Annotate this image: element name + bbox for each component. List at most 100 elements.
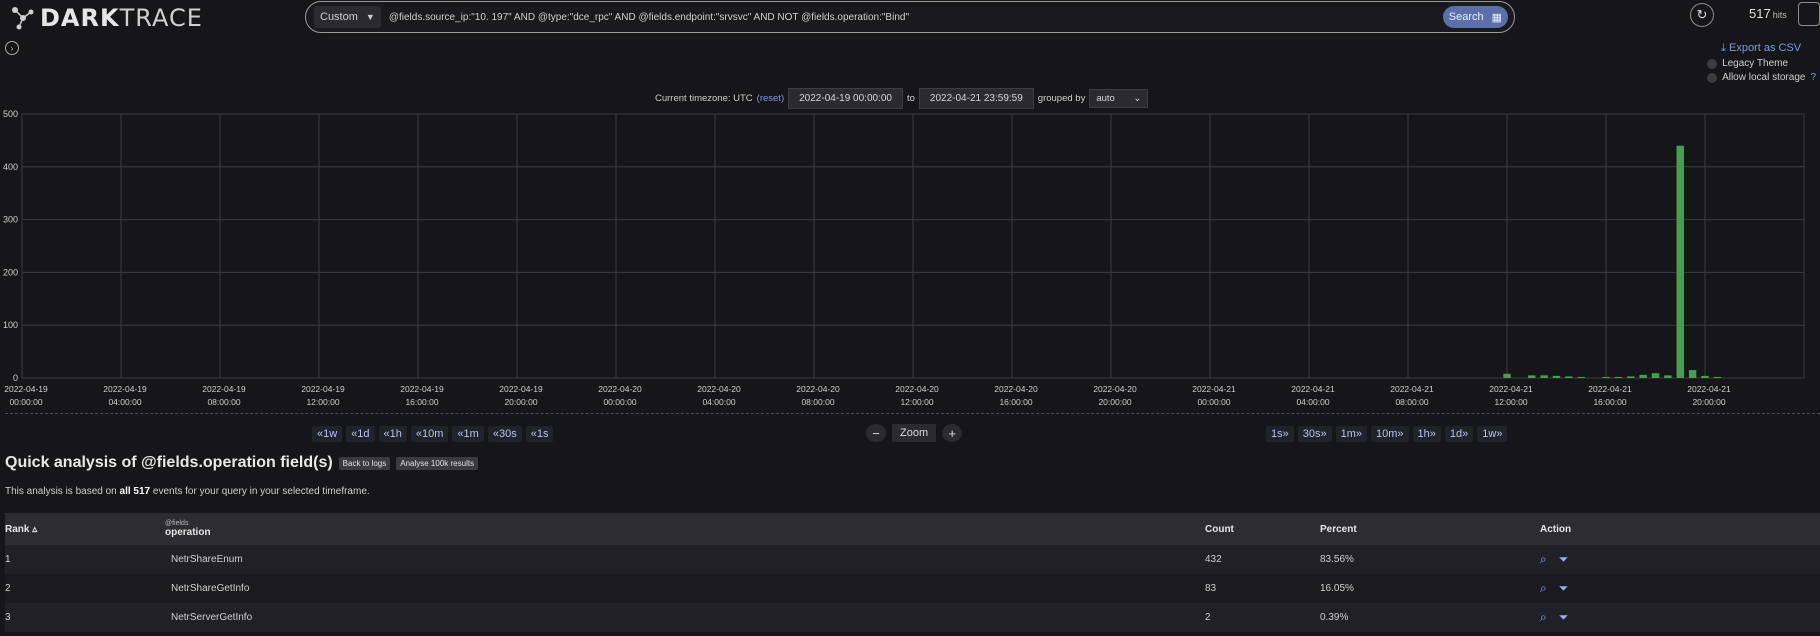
filter-icon[interactable]: ⏷ — [1559, 552, 1569, 567]
zoom-forward-button[interactable]: 1h» — [1412, 426, 1441, 442]
x-tick-time: 12:00:00 — [1494, 397, 1527, 407]
x-tick-time: 12:00:00 — [306, 397, 339, 407]
table-row: 2 NetrShareGetInfo 83 16.05% ⌕ ⏷ — [5, 574, 1820, 603]
filter-icon[interactable]: ⏷ — [1559, 581, 1569, 596]
back-to-logs-button[interactable]: Back to logs — [338, 456, 391, 470]
chart-bar[interactable] — [1614, 376, 1623, 378]
x-tick-time: 16:00:00 — [1593, 397, 1626, 407]
help-icon[interactable]: ? — [1810, 72, 1816, 83]
x-tick-time: 12:00:00 — [900, 397, 933, 407]
zoom-back-button[interactable]: «10m — [410, 426, 449, 442]
legacy-theme-radio[interactable] — [1707, 58, 1718, 69]
search-button[interactable]: Search ▦ — [1442, 6, 1508, 28]
percent-column-header[interactable]: Percent — [1320, 513, 1540, 545]
chart-bar[interactable] — [1565, 376, 1573, 378]
y-tick-label: 300 — [3, 215, 18, 225]
search-icon[interactable]: ⌕ — [1540, 552, 1547, 567]
search-icon[interactable]: ⌕ — [1540, 581, 1547, 596]
chart-bar[interactable] — [1701, 375, 1709, 378]
x-tick-date: 2022-04-20 — [598, 384, 642, 394]
chart-bar[interactable] — [1602, 376, 1610, 378]
refresh-icon: ↻ — [1696, 7, 1708, 22]
chart-bar[interactable] — [1528, 375, 1536, 378]
x-axis: 2022-04-19 00:00:00 2022-04-19 04:00:00 2022… — [4, 384, 1731, 407]
action-cell: ⌕ ⏷ — [1540, 603, 1820, 632]
zoom-in-button[interactable]: + — [942, 424, 963, 442]
rank-header-label: Rank — [5, 523, 30, 535]
y-tick-label: 200 — [3, 267, 18, 277]
zoom-back-button[interactable]: «1d — [346, 426, 375, 442]
chart-bar[interactable] — [1552, 375, 1561, 378]
chart-bar[interactable] — [1540, 375, 1548, 378]
x-tick-time: 00:00:00 — [9, 397, 42, 407]
export-csv-link[interactable]: ⤓ Export as CSV — [1721, 42, 1816, 55]
chart-bar[interactable] — [1676, 145, 1684, 378]
monitor-icon[interactable] — [1798, 2, 1820, 26]
operation-cell: NetrShareGetInfo — [171, 583, 250, 594]
x-tick-date: 2022-04-21 — [1390, 384, 1434, 394]
zoom-back-button[interactable]: «1h — [378, 426, 407, 442]
search-icon[interactable]: ⌕ — [1540, 610, 1547, 625]
zoom-forward-button[interactable]: 1s» — [1266, 426, 1294, 442]
darktrace-logo[interactable]: DARKTRACE — [10, 4, 203, 32]
zoom-back-button[interactable]: «1s — [525, 426, 554, 442]
zoom-forward-button[interactable]: 1m» — [1335, 426, 1368, 442]
histogram-chart[interactable]: 0100200300400500 2022-04-1900:00:002022-… — [0, 100, 1820, 412]
analysis-note: This analysis is based on all 517 events… — [5, 486, 370, 497]
action-buttons: ⌕ ⏷ — [1540, 581, 1820, 596]
legacy-theme-toggle[interactable]: Legacy Theme — [1707, 58, 1816, 69]
x-tick-time: 20:00:00 — [504, 397, 537, 407]
rank-column-header[interactable]: Rank ▵ — [5, 513, 165, 545]
zoom-forward-button[interactable]: 10m» — [1371, 426, 1409, 442]
search-mode-select[interactable]: Custom ▼ — [314, 6, 381, 28]
local-storage-toggle[interactable]: Allow local storage? — [1707, 72, 1816, 83]
chart-bar[interactable] — [1651, 373, 1660, 378]
zoom-forward-button[interactable]: 1w» — [1477, 426, 1508, 442]
note-prefix: This analysis is based on — [5, 486, 117, 497]
y-tick-label: 500 — [3, 109, 18, 119]
export-csv-label: Export as CSV — [1728, 42, 1802, 54]
operation-column-header[interactable]: @fields operation — [165, 513, 1205, 545]
brand-name: DARKTRACE — [40, 4, 203, 32]
refresh-button[interactable]: ↻ — [1690, 3, 1714, 27]
logo-mark-icon — [12, 7, 34, 30]
zoom-back-button[interactable]: «1w — [312, 426, 343, 442]
x-tick-date: 2022-04-19 — [301, 384, 345, 394]
sort-icon[interactable]: ▵ — [32, 524, 37, 535]
calendar-icon[interactable]: ▦ — [1492, 11, 1502, 24]
analysis-table: Rank ▵ @fields operation Count Percent Ac… — [5, 513, 1820, 632]
expand-sidebar-icon[interactable]: › — [5, 41, 19, 55]
rank-cell: 1 — [5, 554, 11, 565]
zoom-out-button[interactable]: − — [866, 424, 886, 442]
chart-bar[interactable] — [1639, 374, 1647, 378]
analyse-100k-button[interactable]: Analyse 100k results — [396, 456, 479, 470]
x-tick-date: 2022-04-21 — [1588, 384, 1632, 394]
x-tick-date: 2022-04-21 — [1687, 384, 1731, 394]
filter-icon[interactable]: ⏷ — [1559, 610, 1569, 625]
x-tick-time: 08:00:00 — [801, 397, 834, 407]
y-tick-label: 100 — [3, 320, 18, 330]
x-tick-time: 20:00:00 — [1098, 397, 1131, 407]
chart-bar[interactable] — [1664, 375, 1672, 378]
x-tick-date: 2022-04-19 — [4, 384, 48, 394]
field-name-label: operation — [165, 527, 211, 538]
chart-bar[interactable] — [1713, 376, 1722, 378]
search-input[interactable]: @fields.source_ip:"10. 197" AND @type:"d… — [389, 12, 1443, 23]
count-cell: 2 — [1205, 612, 1211, 623]
zoom-forward-button[interactable]: 1d» — [1444, 426, 1474, 442]
zoom-forward-button[interactable]: 30s» — [1297, 426, 1332, 442]
zoom-back-button[interactable]: «30s — [487, 426, 522, 442]
chart-bar[interactable] — [1503, 373, 1511, 378]
chart-bar[interactable] — [1577, 376, 1585, 378]
chart-bar[interactable] — [1688, 370, 1697, 378]
rank-cell: 2 — [5, 583, 11, 594]
percent-cell: 83.56% — [1320, 554, 1354, 565]
chart-bars — [1503, 145, 1722, 378]
y-tick-label: 400 — [3, 162, 18, 172]
zoom-back-button[interactable]: «1m — [452, 426, 484, 442]
count-column-header[interactable]: Count — [1205, 513, 1320, 545]
search-button-label: Search — [1448, 11, 1484, 23]
local-storage-radio[interactable] — [1707, 72, 1718, 83]
count-cell: 83 — [1205, 583, 1217, 594]
chart-bar[interactable] — [1627, 376, 1635, 378]
